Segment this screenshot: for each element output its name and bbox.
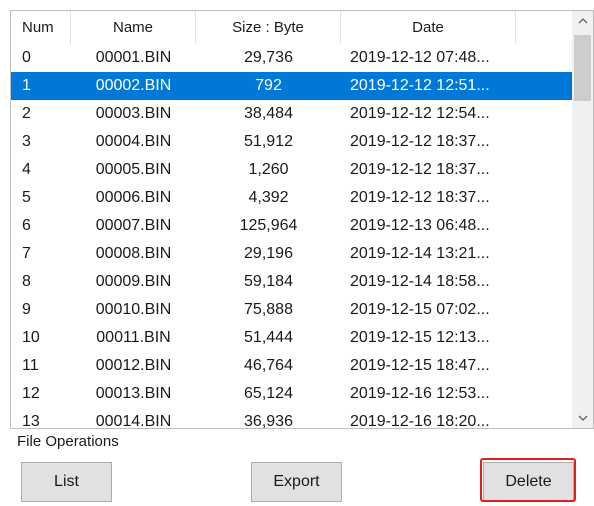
export-button[interactable]: Export xyxy=(251,462,342,502)
cell-num: 9 xyxy=(22,301,31,318)
column-header-date[interactable]: Date xyxy=(341,11,516,44)
cell-date: 2019-12-12 07:48... xyxy=(350,49,490,66)
cell-name: 00010.BIN xyxy=(95,301,172,318)
cell-size: 29,196 xyxy=(244,245,293,262)
table-row[interactable]: 0 00001.BIN 29,736 2019-12-12 07:48... xyxy=(11,44,582,72)
file-list-view[interactable]: Num Name Size : Byte Date 0 00001.BIN 29,7… xyxy=(10,10,594,429)
cell-num: 10 xyxy=(22,329,40,346)
table-row[interactable]: 13 00014.BIN 36,936 2019-12-16 18:20... xyxy=(11,408,582,429)
cell-name: 00008.BIN xyxy=(95,245,172,262)
table-row[interactable]: 5 00006.BIN 4,392 2019-12-12 18:37... xyxy=(11,184,582,212)
cell-date: 2019-12-13 06:48... xyxy=(350,217,490,234)
cell-date: 2019-12-16 18:20... xyxy=(350,413,490,429)
chevron-up-icon[interactable] xyxy=(572,11,593,31)
cell-size: 36,936 xyxy=(244,413,293,429)
scrollbar-thumb[interactable] xyxy=(574,35,591,101)
cell-size: 4,392 xyxy=(248,189,289,206)
cell-num: 2 xyxy=(22,105,31,122)
cell-date: 2019-12-15 07:02... xyxy=(350,301,490,318)
cell-num: 12 xyxy=(22,385,40,402)
cell-date: 2019-12-12 18:37... xyxy=(350,161,490,178)
cell-size: 1,260 xyxy=(248,161,289,178)
table-body: 0 00001.BIN 29,736 2019-12-12 07:48... 1 0000… xyxy=(11,44,582,429)
column-header-name[interactable]: Name xyxy=(71,11,196,44)
cell-size: 51,444 xyxy=(244,329,293,346)
cell-size: 51,912 xyxy=(244,133,293,150)
cell-num: 7 xyxy=(22,245,31,262)
table-row[interactable]: 2 00003.BIN 38,484 2019-12-12 12:54... xyxy=(11,100,582,128)
cell-size: 792 xyxy=(255,77,282,94)
cell-name: 00002.BIN xyxy=(95,77,172,94)
cell-size: 59,184 xyxy=(244,273,293,290)
cell-size: 125,964 xyxy=(239,217,298,234)
table-row[interactable]: 4 00005.BIN 1,260 2019-12-12 18:37... xyxy=(11,156,582,184)
vertical-scrollbar[interactable] xyxy=(572,11,593,428)
cell-num: 1 xyxy=(22,77,31,94)
cell-date: 2019-12-14 13:21... xyxy=(350,245,490,262)
cell-name: 00004.BIN xyxy=(95,133,172,150)
cell-date: 2019-12-15 18:47... xyxy=(350,357,490,374)
table-row[interactable]: 12 00013.BIN 65,124 2019-12-16 12:53... xyxy=(11,380,582,408)
cell-name: 00014.BIN xyxy=(95,413,172,429)
cell-name: 00007.BIN xyxy=(95,217,172,234)
table-header: Num Name Size : Byte Date xyxy=(11,11,582,44)
cell-date: 2019-12-12 12:51... xyxy=(350,77,490,94)
cell-size: 75,888 xyxy=(244,301,293,318)
cell-num: 0 xyxy=(22,49,31,66)
chevron-down-icon[interactable] xyxy=(572,408,593,428)
column-header-num[interactable]: Num xyxy=(11,11,71,44)
cell-size: 65,124 xyxy=(244,385,293,402)
cell-date: 2019-12-12 12:54... xyxy=(350,105,490,122)
file-operations-label: File Operations xyxy=(17,433,119,450)
cell-name: 00001.BIN xyxy=(95,49,172,66)
cell-date: 2019-12-15 12:13... xyxy=(350,329,490,346)
cell-date: 2019-12-12 18:37... xyxy=(350,189,490,206)
table-row[interactable]: 1 00002.BIN 792 2019-12-12 12:51... xyxy=(11,72,582,100)
cell-size: 46,764 xyxy=(244,357,293,374)
list-button[interactable]: List xyxy=(21,462,112,502)
column-header-size[interactable]: Size : Byte xyxy=(196,11,341,44)
table-row[interactable]: 3 00004.BIN 51,912 2019-12-12 18:37... xyxy=(11,128,582,156)
cell-name: 00011.BIN xyxy=(96,329,171,346)
table-row[interactable]: 11 00012.BIN 46,764 2019-12-15 18:47... xyxy=(11,352,582,380)
cell-name: 00013.BIN xyxy=(95,385,172,402)
table-row[interactable]: 7 00008.BIN 29,196 2019-12-14 13:21... xyxy=(11,240,582,268)
cell-name: 00005.BIN xyxy=(95,161,172,178)
table-row[interactable]: 8 00009.BIN 59,184 2019-12-14 18:58... xyxy=(11,268,582,296)
cell-num: 13 xyxy=(22,413,40,429)
cell-name: 00009.BIN xyxy=(95,273,172,290)
cell-num: 11 xyxy=(22,357,39,374)
cell-name: 00003.BIN xyxy=(95,105,172,122)
table-row[interactable]: 9 00010.BIN 75,888 2019-12-15 07:02... xyxy=(11,296,582,324)
table-row[interactable]: 10 00011.BIN 51,444 2019-12-15 12:13... xyxy=(11,324,582,352)
cell-size: 29,736 xyxy=(244,49,293,66)
table-row[interactable]: 6 00007.BIN 125,964 2019-12-13 06:48... xyxy=(11,212,582,240)
cell-name: 00006.BIN xyxy=(95,189,172,206)
cell-num: 4 xyxy=(22,161,31,178)
cell-num: 6 xyxy=(22,217,31,234)
cell-name: 00012.BIN xyxy=(95,357,172,374)
cell-date: 2019-12-12 18:37... xyxy=(350,133,490,150)
delete-highlight-box xyxy=(480,458,576,502)
cell-date: 2019-12-16 12:53... xyxy=(350,385,490,402)
cell-size: 38,484 xyxy=(244,105,293,122)
cell-num: 8 xyxy=(22,273,31,290)
cell-date: 2019-12-14 18:58... xyxy=(350,273,490,290)
cell-num: 3 xyxy=(22,133,31,150)
cell-num: 5 xyxy=(22,189,31,206)
